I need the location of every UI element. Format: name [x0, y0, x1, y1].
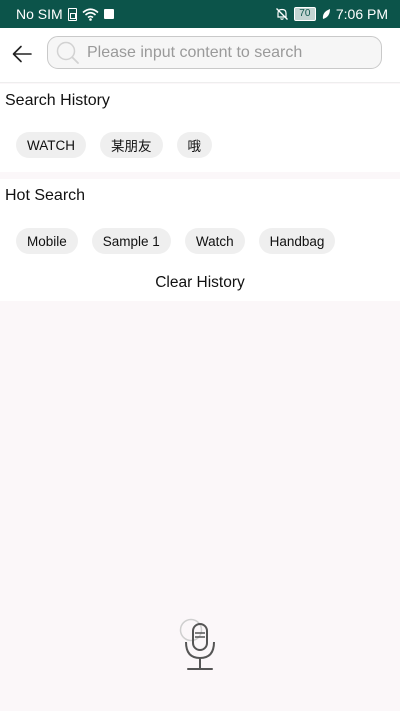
search-history-section: Search History WATCH 某朋友 哦 — [0, 84, 400, 172]
search-history-list: WATCH 某朋友 哦 — [16, 132, 212, 158]
carrier-label: No SIM — [16, 6, 63, 22]
clear-history-button[interactable]: Clear History — [0, 274, 400, 292]
hot-search-chip[interactable]: Watch — [184, 228, 245, 254]
wifi-icon — [82, 7, 99, 21]
history-chip[interactable]: WATCH — [16, 132, 86, 158]
battery-icon: 70 — [293, 7, 316, 21]
search-box[interactable] — [47, 36, 382, 69]
hot-search-list: Mobile Sample 1 Watch Handbag — [16, 228, 336, 254]
bell-off-icon — [275, 8, 288, 20]
search-history-title: Search History — [5, 92, 110, 109]
status-left: No SIM — [16, 6, 114, 22]
hot-search-chip[interactable]: Sample 1 — [91, 228, 171, 254]
back-icon[interactable] — [10, 42, 34, 66]
clock: 7:06 PM — [335, 6, 388, 22]
history-chip[interactable]: 某朋友 — [100, 132, 163, 158]
hot-search-chip[interactable]: Handbag — [258, 228, 336, 254]
leaf-icon — [322, 9, 330, 19]
sim-icon — [67, 7, 77, 21]
hot-search-chip[interactable]: Mobile — [16, 228, 78, 254]
status-right: 70 7:06 PM — [275, 6, 388, 22]
status-bar: No SIM 70 7:06 PM — [0, 0, 400, 28]
search-input[interactable] — [87, 43, 367, 62]
search-header — [0, 28, 400, 83]
search-icon — [56, 41, 79, 64]
hot-search-title: Hot Search — [5, 187, 86, 204]
hot-search-section: Hot Search Mobile Sample 1 Watch Handbag… — [0, 179, 400, 301]
history-chip[interactable]: 哦 — [176, 132, 212, 158]
microphone-icon[interactable] — [176, 616, 224, 674]
notification-square-icon — [103, 9, 114, 19]
